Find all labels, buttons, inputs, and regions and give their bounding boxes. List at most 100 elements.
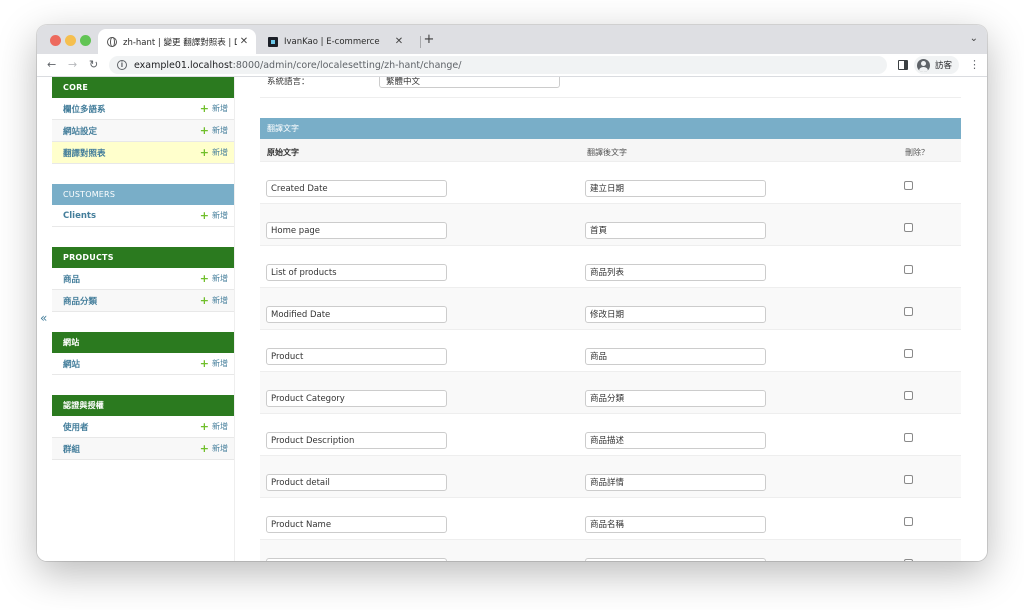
original-text-input[interactable]: Product Category — [266, 390, 447, 407]
sidebar-item-link[interactable]: 欄位多語系 — [63, 103, 106, 115]
close-tab-icon[interactable]: ✕ — [392, 36, 406, 47]
sidebar-item-link[interactable]: 商品 — [63, 273, 80, 285]
translated-text-input[interactable]: 首頁 — [585, 222, 766, 239]
address-bar[interactable]: i example01.localhost:8000/admin/core/lo… — [109, 56, 887, 74]
translated-text-input[interactable]: 商品描述 — [585, 432, 766, 449]
module-caption[interactable]: PRODUCTS — [52, 247, 234, 268]
translated-text-input[interactable]: 商品列表 — [585, 264, 766, 281]
add-link[interactable]: + 新增 — [200, 147, 228, 158]
delete-checkbox[interactable] — [904, 307, 913, 316]
sidebar-item-link[interactable]: 商品分類 — [63, 295, 97, 307]
column-header-original: 原始文字 — [267, 148, 299, 157]
original-text-input[interactable]: Home page — [266, 222, 447, 239]
module-caption[interactable]: 網站 — [52, 332, 234, 353]
translated-text-input[interactable]: 商品名稱 — [585, 516, 766, 533]
inline-form-row — [260, 540, 961, 561]
avatar-icon — [917, 58, 930, 72]
translated-text-input[interactable]: 商品詳情 — [585, 474, 766, 491]
reload-icon[interactable]: ↻ — [89, 58, 98, 72]
column-header-translated: 翻譯後文字 — [587, 148, 627, 157]
translated-text-input[interactable]: 商品 — [585, 348, 766, 365]
sidebar-item: 使用者 + 新增 — [52, 416, 234, 438]
delete-checkbox[interactable] — [904, 559, 913, 561]
delete-checkbox[interactable] — [904, 223, 913, 232]
chevron-down-icon[interactable]: ⌄ — [970, 33, 978, 44]
inline-form-row: Home page 首頁 — [260, 204, 961, 246]
browser-toolbar: ← → ↻ i example01.localhost:8000/admin/c… — [37, 54, 987, 77]
plus-icon: + — [199, 356, 209, 370]
original-text-input[interactable]: List of products — [266, 264, 447, 281]
add-link-label: 新增 — [212, 126, 228, 135]
more-menu-icon[interactable]: ⋮ — [969, 58, 980, 72]
forward-arrow-icon[interactable]: → — [68, 58, 77, 72]
browser-tab[interactable]: IvanKao | E-commerce ✕ — [259, 29, 411, 54]
add-link[interactable]: + 新增 — [200, 358, 228, 369]
profile-button[interactable]: 訪客 — [914, 56, 960, 74]
inline-form-row: Created Date 建立日期 — [260, 162, 961, 204]
tab-title: zh-hant | 變更 翻譯對照表 | Djan — [123, 37, 237, 48]
module-caption[interactable]: CUSTOMERS — [52, 184, 234, 205]
add-link[interactable]: + 新增 — [200, 210, 228, 221]
add-link[interactable]: + 新增 — [200, 273, 228, 284]
original-text-input[interactable]: Created Date — [266, 180, 447, 197]
delete-checkbox[interactable] — [904, 475, 913, 484]
sidebar-item-link[interactable]: 翻譯對照表 — [63, 147, 106, 159]
language-field-row: 系統語言： 繁體中文 — [260, 77, 961, 98]
module-caption[interactable]: 認證與授權 — [52, 395, 234, 416]
nav-sidebar-toggle[interactable]: « — [37, 77, 52, 561]
plus-icon: + — [199, 101, 209, 115]
sidebar-item-link[interactable]: 使用者 — [63, 421, 89, 433]
delete-checkbox[interactable] — [904, 181, 913, 190]
sidebar-item-link[interactable]: 網站設定 — [63, 125, 97, 137]
inline-form-row: Product Description 商品描述 — [260, 414, 961, 456]
translated-text-input[interactable]: 建立日期 — [585, 180, 766, 197]
sidebar-item-link[interactable]: 網站 — [63, 358, 80, 370]
translated-text-input[interactable]: 商品分類 — [585, 390, 766, 407]
original-text-input[interactable]: Modified Date — [266, 306, 447, 323]
plus-icon: + — [199, 208, 209, 222]
delete-checkbox[interactable] — [904, 265, 913, 274]
add-link[interactable]: + 新增 — [200, 421, 228, 432]
info-icon[interactable]: i — [117, 60, 127, 70]
original-text-input[interactable]: Product Description — [266, 432, 447, 449]
delete-checkbox[interactable] — [904, 433, 913, 442]
profile-label: 訪客 — [935, 61, 953, 71]
browser-tab-active[interactable]: zh-hant | 變更 翻譯對照表 | Djan ✕ — [98, 29, 256, 54]
app-module: CORE 欄位多語系 + 新增 網站設定 + 新增 翻譯對照表 + 新增 — [52, 77, 234, 164]
translated-text-input[interactable]: 修改日期 — [585, 306, 766, 323]
new-tab-icon[interactable]: + — [423, 33, 435, 46]
add-link[interactable]: + 新增 — [200, 295, 228, 306]
browser-window: zh-hant | 變更 翻譯對照表 | Djan ✕ IvanKao | E-… — [37, 25, 987, 561]
original-text-input[interactable] — [266, 558, 447, 561]
delete-checkbox[interactable] — [904, 349, 913, 358]
original-text-input[interactable]: Product — [266, 348, 447, 365]
close-window-button[interactable] — [50, 35, 61, 46]
original-text-input[interactable]: Product detail — [266, 474, 447, 491]
sidebar-item-link[interactable]: 群組 — [63, 443, 80, 455]
app-module: 網站 網站 + 新增 — [52, 332, 234, 375]
collapse-sidebar-icon[interactable]: « — [40, 311, 47, 325]
language-select[interactable]: 繁體中文 — [379, 77, 560, 88]
original-text-input[interactable]: Product Name — [266, 516, 447, 533]
inline-caption: 翻譯文字 — [260, 118, 961, 139]
back-arrow-icon[interactable]: ← — [47, 58, 56, 72]
add-link[interactable]: + 新增 — [200, 125, 228, 136]
delete-checkbox[interactable] — [904, 391, 913, 400]
add-link[interactable]: + 新增 — [200, 443, 228, 454]
side-panel-icon[interactable] — [898, 60, 908, 70]
sidebar-item: 群組 + 新增 — [52, 438, 234, 460]
close-tab-icon[interactable]: ✕ — [237, 36, 251, 47]
add-link-label: 新增 — [212, 422, 228, 431]
globe-icon — [107, 36, 117, 48]
translated-text-input[interactable] — [585, 558, 766, 561]
plus-icon: + — [199, 419, 209, 433]
inline-form-row: Product Category 商品分類 — [260, 372, 961, 414]
add-link[interactable]: + 新增 — [200, 103, 228, 114]
delete-checkbox[interactable] — [904, 517, 913, 526]
minimize-window-button[interactable] — [65, 35, 76, 46]
module-caption[interactable]: CORE — [52, 77, 234, 98]
maximize-window-button[interactable] — [80, 35, 91, 46]
sidebar-item: 網站 + 新增 — [52, 353, 234, 375]
sidebar-item-link[interactable]: Clients — [63, 211, 96, 221]
language-label: 系統語言： — [267, 77, 310, 87]
